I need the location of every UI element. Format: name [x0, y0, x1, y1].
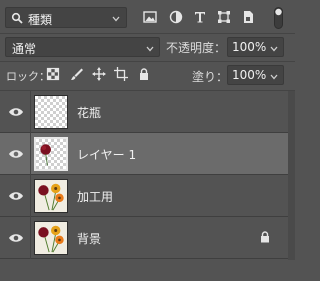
chevron-down-icon[interactable] — [269, 71, 279, 81]
chevron-down-icon — [145, 43, 155, 53]
filter-kind-label: 種類 — [28, 13, 53, 27]
divider — [30, 217, 31, 259]
divider — [0, 61, 295, 62]
layer-thumbnail[interactable] — [34, 137, 68, 171]
chevron-down-icon — [111, 13, 121, 23]
scrollbar[interactable] — [288, 91, 295, 261]
adjustment-layer-filter-icon[interactable] — [169, 10, 183, 24]
blend-mode-value: 通常 — [12, 42, 37, 56]
lock-transparent-pixels-icon[interactable] — [46, 67, 60, 81]
lock-icon[interactable] — [260, 231, 270, 243]
filter-row: 種類 — [0, 0, 295, 34]
layer-row[interactable]: レイヤー 1 — [0, 133, 288, 175]
chevron-down-icon[interactable] — [269, 43, 279, 53]
layer-thumbnail[interactable] — [34, 179, 68, 213]
fill-label: 塗り： — [192, 70, 229, 84]
divider — [30, 91, 31, 133]
panel-footer — [0, 260, 295, 281]
eye-icon[interactable] — [8, 106, 24, 118]
lock-position-icon[interactable] — [92, 67, 106, 81]
fill-input[interactable]: 100% — [227, 65, 284, 85]
divider — [30, 175, 31, 217]
shape-layer-filter-icon[interactable] — [217, 10, 231, 24]
layer-row[interactable]: 花瓶 — [0, 91, 288, 133]
lock-artboard-icon[interactable] — [114, 67, 128, 81]
lock-all-icon[interactable] — [137, 67, 151, 81]
pixel-layer-filter-icon[interactable] — [143, 10, 157, 24]
eye-icon[interactable] — [8, 190, 24, 202]
opacity-label: 不透明度： — [166, 41, 227, 55]
layer-name[interactable]: 背景 — [77, 230, 101, 247]
type-layer-filter-icon[interactable] — [193, 10, 207, 24]
eye-icon[interactable] — [8, 232, 24, 244]
blend-mode-select[interactable]: 通常 — [5, 37, 160, 57]
layer-row[interactable]: 加工用 — [0, 175, 288, 217]
divider — [30, 133, 31, 175]
lock-image-pixels-icon[interactable] — [70, 67, 84, 81]
lock-label: ロック： — [6, 70, 50, 83]
layer-thumbnail[interactable] — [34, 95, 68, 129]
opacity-input[interactable]: 100% — [227, 37, 284, 57]
eye-icon[interactable] — [8, 148, 24, 160]
layer-thumbnail[interactable] — [34, 221, 68, 255]
layer-name[interactable]: レイヤー 1 — [77, 146, 136, 163]
layer-name[interactable]: 加工用 — [77, 188, 113, 205]
filter-kind-select[interactable]: 種類 — [5, 7, 127, 28]
layer-row[interactable]: 背景 — [0, 217, 288, 259]
divider — [0, 33, 295, 34]
smart-object-filter-icon[interactable] — [241, 10, 255, 24]
opacity-value: 100% — [232, 40, 267, 54]
fill-value: 100% — [232, 68, 267, 82]
filter-toggle[interactable] — [274, 7, 283, 29]
layers-panel: 種類 通常 不透明度： 100% ロック： 塗り： 100% 花瓶 レイヤー 1… — [0, 0, 295, 281]
search-icon — [11, 12, 23, 24]
layer-name[interactable]: 花瓶 — [77, 104, 101, 121]
